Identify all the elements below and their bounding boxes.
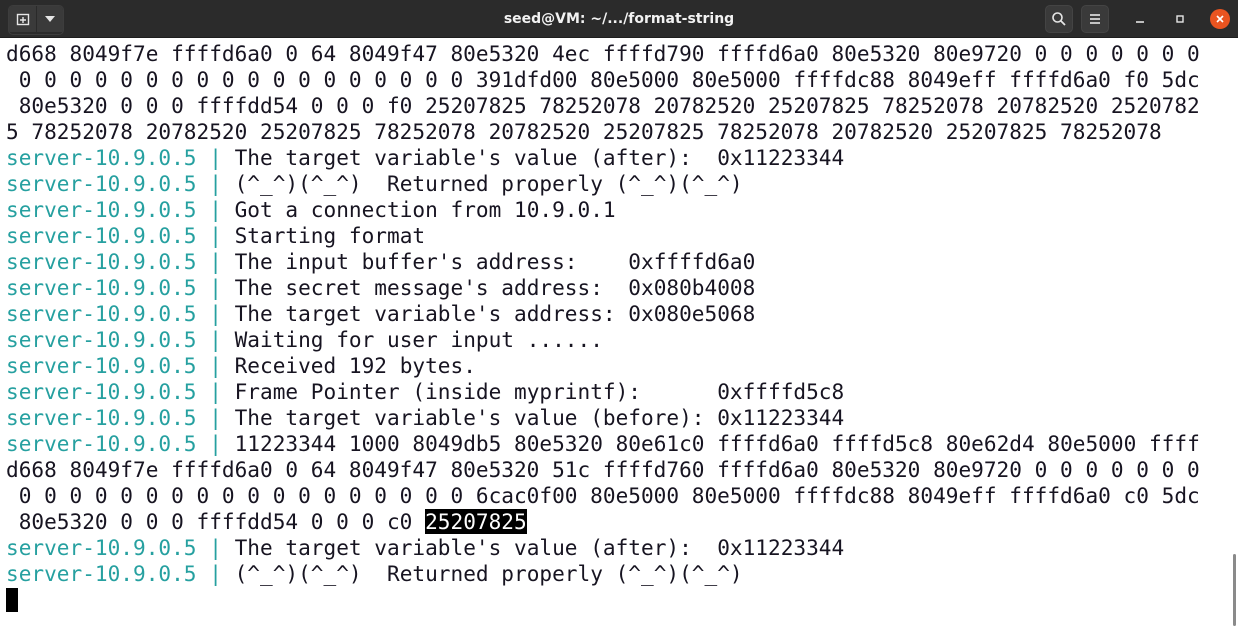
line-text: 80e5320 0 0 0 ffffdd54 0 0 0 f0 25207825… <box>6 93 1200 118</box>
container-prefix: server-10.9.0.5 <box>6 431 197 456</box>
container-prefix: server-10.9.0.5 <box>6 353 197 378</box>
container-prefix: server-10.9.0.5 <box>6 223 197 248</box>
container-prefix: server-10.9.0.5 <box>6 197 197 222</box>
chevron-down-icon <box>45 16 55 22</box>
new-tab-icon <box>16 13 29 26</box>
terminal-line: server-10.9.0.5 | The target variable's … <box>6 405 844 431</box>
line-text: The target variable's value (after): 0x1… <box>234 145 845 170</box>
container-prefix: server-10.9.0.5 <box>6 249 197 274</box>
line-text: The target variable's value (after): 0x1… <box>234 535 845 560</box>
terminal-line: server-10.9.0.5 | The target variable's … <box>6 145 844 171</box>
prefix-separator: | <box>196 535 235 560</box>
terminal-line: server-10.9.0.5 | Received 192 bytes. <box>6 353 476 379</box>
line-text: Frame Pointer (inside myprintf): 0xffffd… <box>234 379 845 404</box>
line-text: Got a connection from 10.9.0.1 <box>234 197 616 222</box>
search-button[interactable] <box>1045 5 1073 33</box>
tab-controls <box>8 5 64 35</box>
line-text: 80e5320 0 0 0 ffffdd54 0 0 0 c0 <box>6 509 426 534</box>
menu-button[interactable] <box>1081 5 1109 33</box>
terminal-line: 80e5320 0 0 0 ffffdd54 0 0 0 f0 25207825… <box>6 93 1200 119</box>
terminal-line: server-10.9.0.5 | (^_^)(^_^) Returned pr… <box>6 561 743 587</box>
close-button[interactable] <box>1210 9 1230 29</box>
prefix-separator: | <box>196 223 235 248</box>
text-cursor <box>6 588 18 612</box>
container-prefix: server-10.9.0.5 <box>6 561 197 586</box>
terminal-line: 0 0 0 0 0 0 0 0 0 0 0 0 0 0 0 0 0 0 6cac… <box>6 483 1200 509</box>
terminal-output[interactable]: d668 8049f7e ffffd6a0 0 64 8049f47 80e53… <box>0 38 1230 630</box>
terminal-line: server-10.9.0.5 | The secret message's a… <box>6 275 755 301</box>
maximize-button[interactable] <box>1170 9 1190 29</box>
prefix-separator: | <box>196 431 235 456</box>
terminal-line: server-10.9.0.5 | 11223344 1000 8049db5 … <box>6 431 1200 457</box>
line-text: Starting format <box>234 223 426 248</box>
container-prefix: server-10.9.0.5 <box>6 171 197 196</box>
terminal-line: server-10.9.0.5 | Starting format <box>6 223 425 249</box>
line-text: 0 0 0 0 0 0 0 0 0 0 0 0 0 0 0 0 0 0 6cac… <box>6 483 1200 508</box>
terminal-line: d668 8049f7e ffffd6a0 0 64 8049f47 80e53… <box>6 41 1200 67</box>
prefix-separator: | <box>196 405 235 430</box>
container-prefix: server-10.9.0.5 <box>6 145 197 170</box>
line-text: (^_^)(^_^) Returned properly (^_^)(^_^) <box>234 171 743 196</box>
line-text: 11223344 1000 8049db5 80e5320 80e61c0 ff… <box>234 431 1200 456</box>
close-icon <box>1216 15 1224 23</box>
title-bar: seed@VM: ~/.../format-string <box>0 0 1238 38</box>
line-text: Waiting for user input ...... <box>234 327 603 352</box>
terminal-line: 0 0 0 0 0 0 0 0 0 0 0 0 0 0 0 0 0 0 391d… <box>6 67 1200 93</box>
line-text: 5 78252078 20782520 25207825 78252078 20… <box>6 119 1162 144</box>
line-text: The input buffer's address: 0xffffd6a0 <box>234 249 756 274</box>
container-prefix: server-10.9.0.5 <box>6 327 197 352</box>
terminal-line: server-10.9.0.5 | The target variable's … <box>6 535 844 561</box>
line-text: d668 8049f7e ffffd6a0 0 64 8049f47 80e53… <box>6 41 1200 66</box>
prefix-separator: | <box>196 275 235 300</box>
prefix-separator: | <box>196 249 235 274</box>
prefix-separator: | <box>196 171 235 196</box>
line-text: The target variable's address: 0x080e506… <box>234 301 756 326</box>
terminal-line: server-10.9.0.5 | Got a connection from … <box>6 197 616 223</box>
terminal-line: server-10.9.0.5 | Waiting for user input… <box>6 327 603 353</box>
container-prefix: server-10.9.0.5 <box>6 379 197 404</box>
tab-menu-button[interactable] <box>36 6 63 32</box>
prefix-separator: | <box>196 327 235 352</box>
container-prefix: server-10.9.0.5 <box>6 405 197 430</box>
terminal-line: server-10.9.0.5 | Frame Pointer (inside … <box>6 379 844 405</box>
terminal-line: 80e5320 0 0 0 ffffdd54 0 0 0 c0 25207825 <box>6 509 527 535</box>
prefix-separator: | <box>196 379 235 404</box>
terminal-line: server-10.9.0.5 | The input buffer's add… <box>6 249 755 275</box>
prefix-separator: | <box>196 145 235 170</box>
terminal-line: server-10.9.0.5 | The target variable's … <box>6 301 755 327</box>
maximize-icon <box>1176 15 1184 23</box>
container-prefix: server-10.9.0.5 <box>6 301 197 326</box>
hamburger-menu-icon <box>1090 14 1100 24</box>
prefix-separator: | <box>196 301 235 326</box>
line-text: d668 8049f7e ffffd6a0 0 64 8049f47 80e53… <box>6 457 1200 482</box>
terminal-window: seed@VM: ~/.../format-string d668 8049f7… <box>0 0 1238 630</box>
line-text: The secret message's address: 0x080b4008 <box>234 275 756 300</box>
minimize-icon <box>1136 21 1144 23</box>
terminal-line: server-10.9.0.5 | (^_^)(^_^) Returned pr… <box>6 171 743 197</box>
prefix-separator: | <box>196 353 235 378</box>
line-text: 0 0 0 0 0 0 0 0 0 0 0 0 0 0 0 0 0 0 391d… <box>6 67 1200 92</box>
terminal-line: 5 78252078 20782520 25207825 78252078 20… <box>6 119 1162 145</box>
container-prefix: server-10.9.0.5 <box>6 535 197 560</box>
line-text: The target variable's value (before): 0x… <box>234 405 845 430</box>
search-icon <box>1052 12 1066 26</box>
new-tab-button[interactable] <box>9 6 36 32</box>
scrollbar[interactable] <box>1233 554 1236 626</box>
container-prefix: server-10.9.0.5 <box>6 275 197 300</box>
selected-text[interactable]: 25207825 <box>425 509 527 534</box>
line-text: Received 192 bytes. <box>234 353 476 378</box>
prefix-separator: | <box>196 561 235 586</box>
minimize-button[interactable] <box>1130 9 1150 29</box>
line-text: (^_^)(^_^) Returned properly (^_^)(^_^) <box>234 561 743 586</box>
terminal-line: d668 8049f7e ffffd6a0 0 64 8049f47 80e53… <box>6 457 1200 483</box>
prefix-separator: | <box>196 197 235 222</box>
